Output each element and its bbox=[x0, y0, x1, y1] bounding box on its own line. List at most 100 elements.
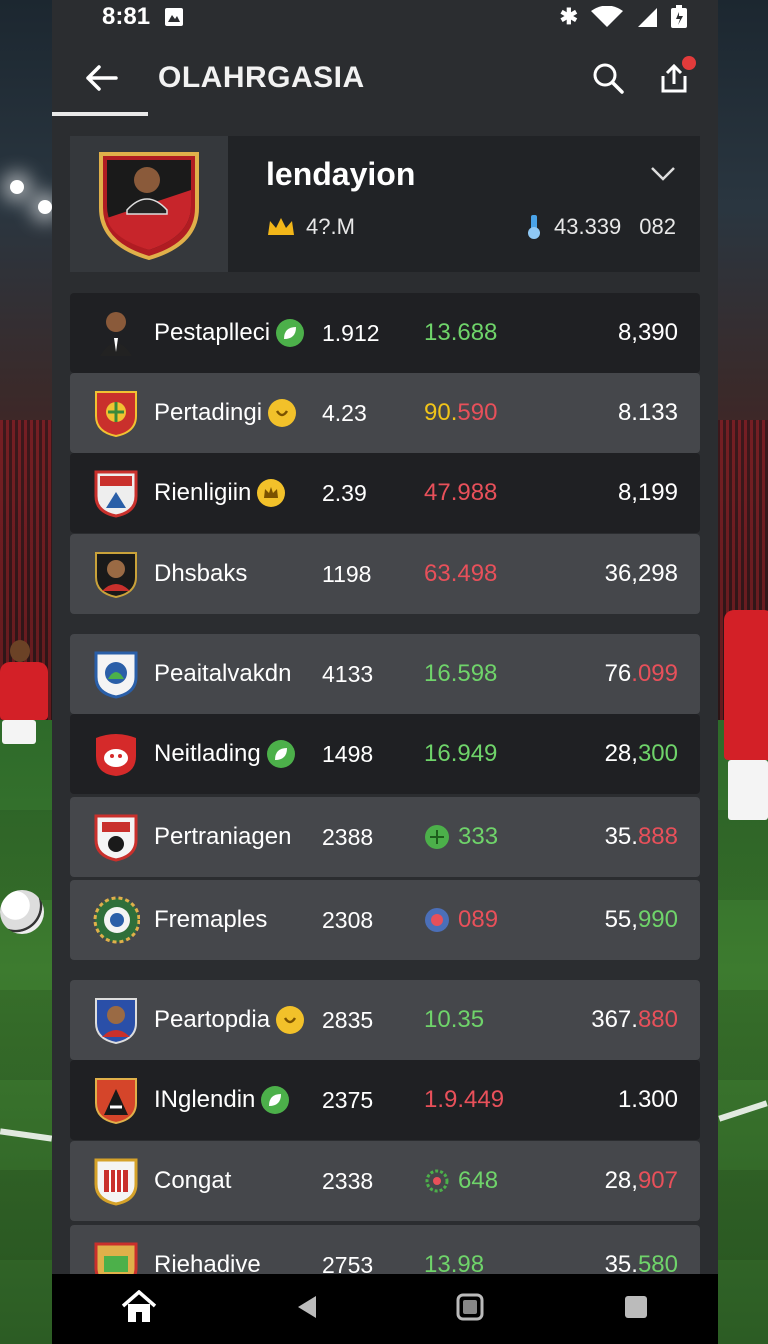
crown-icon bbox=[268, 218, 294, 235]
cell-c1: 4133 bbox=[322, 660, 374, 687]
table-row[interactable]: Congat 2338 648 28,907 bbox=[70, 1141, 700, 1221]
profile-card[interactable]: lendayion 4?.M 43.339 082 bbox=[70, 136, 700, 272]
team-name: Rienligiin bbox=[154, 479, 252, 506]
team-name: Peaitalvakdn bbox=[154, 660, 292, 687]
leaf-badge-icon bbox=[276, 319, 305, 347]
status-bar: 8:81 ✱ bbox=[52, 0, 718, 34]
cell-c1: 1198 bbox=[322, 560, 372, 587]
player-right bbox=[718, 570, 768, 950]
cell-c1: 4.23 bbox=[322, 399, 367, 426]
chevron-down-icon[interactable] bbox=[650, 166, 676, 182]
page-title: OLAHRGASIA bbox=[158, 61, 365, 94]
cell-c3: 8,199 bbox=[617, 479, 678, 506]
bluetooth-icon: ✱ bbox=[559, 4, 578, 29]
search-button[interactable] bbox=[590, 60, 626, 96]
table-row[interactable]: Rienligiin 2.39 47.988 8,199 bbox=[70, 453, 700, 533]
table-row[interactable]: Dhsbaks 1198 63.498 36,298 bbox=[70, 534, 700, 614]
player-avatar-icon bbox=[92, 307, 140, 359]
battery-icon bbox=[671, 5, 687, 28]
cell-c2: 16.598 bbox=[424, 660, 498, 687]
cell-c2: 16.949 bbox=[424, 740, 498, 767]
notification-dot bbox=[682, 56, 696, 70]
back-button[interactable] bbox=[52, 40, 152, 116]
arrow-left-icon bbox=[86, 65, 118, 91]
back-triangle-icon bbox=[297, 1295, 316, 1318]
globe-icon bbox=[425, 908, 449, 932]
leaf-badge-icon bbox=[261, 1086, 290, 1114]
club-crest-icon bbox=[92, 387, 140, 439]
club-crest-icon bbox=[92, 648, 140, 700]
cell-c2: 90.590 bbox=[424, 399, 498, 426]
navigation-bar bbox=[52, 1274, 718, 1344]
smiley-badge-icon bbox=[268, 399, 297, 427]
cell-c1: 1498 bbox=[322, 740, 374, 767]
home-icon bbox=[122, 1289, 157, 1322]
cell-c1: 2388 bbox=[322, 823, 374, 850]
profile-stat-left: 4?.M bbox=[306, 214, 355, 239]
club-crest-icon bbox=[92, 467, 140, 519]
signal-icon bbox=[638, 8, 657, 27]
smiley-badge-icon bbox=[276, 1006, 305, 1034]
system-recents-button[interactable] bbox=[623, 1294, 649, 1325]
cell-c2: 10.35 bbox=[424, 1006, 485, 1033]
table-row[interactable]: Neitlading 1498 16.949 28,300 bbox=[70, 714, 700, 794]
cell-c1: 2375 bbox=[322, 1086, 374, 1113]
cell-c3: 367.880 bbox=[591, 1006, 678, 1033]
team-name: Dhsbaks bbox=[154, 560, 248, 587]
table-row[interactable]: Pertadingi 4.23 90.590 8.133 bbox=[70, 373, 700, 453]
cell-c3: 36,298 bbox=[604, 560, 678, 587]
status-time: 8:81 bbox=[102, 3, 151, 30]
profile-stat-right-b: 082 bbox=[639, 214, 676, 239]
trophy-icon bbox=[527, 215, 540, 239]
profile-stat-right-a: 43.339 bbox=[553, 214, 622, 239]
table-row[interactable]: INglendin 2375 1.9.449 1.300 bbox=[70, 1060, 700, 1140]
club-crest-icon bbox=[92, 894, 140, 946]
cell-c3: 8,390 bbox=[617, 319, 678, 346]
cell-c2: 333 bbox=[424, 823, 498, 851]
club-crest-icon bbox=[92, 1074, 140, 1126]
table-row[interactable]: Peaitalvakdn 4133 16.598 76.099 bbox=[70, 634, 700, 714]
football bbox=[0, 890, 44, 934]
profile-name: lendayion bbox=[266, 156, 416, 192]
cell-c2: 47.988 bbox=[424, 479, 498, 506]
cell-c3: 28,300 bbox=[604, 740, 678, 767]
crown-badge-icon bbox=[257, 479, 286, 507]
cell-c2: 63.498 bbox=[424, 560, 498, 587]
cell-c1: 2308 bbox=[322, 906, 374, 933]
team-name: Fremaples bbox=[154, 906, 268, 933]
table-row[interactable]: Pestaplleci 1.912 13.688 8,390 bbox=[70, 293, 700, 373]
gear-icon bbox=[425, 1169, 449, 1193]
cell-c2: 1.9.449 bbox=[424, 1086, 505, 1113]
cell-c3: 35.888 bbox=[604, 823, 678, 850]
wifi-icon bbox=[591, 6, 623, 27]
home-square-icon bbox=[456, 1293, 484, 1320]
ball-icon bbox=[425, 825, 449, 849]
system-home-button[interactable] bbox=[456, 1293, 484, 1326]
table-row[interactable]: Peartopdia 2835 10.35 367.880 bbox=[70, 980, 700, 1060]
team-name: Neitlading bbox=[154, 740, 261, 767]
table-row[interactable]: Fremaples 2308 089 55,990 bbox=[70, 880, 700, 960]
team-name: Pertadingi bbox=[154, 399, 263, 426]
team-name: Congat bbox=[154, 1167, 232, 1194]
profile-crest bbox=[70, 136, 228, 272]
team-name: INglendin bbox=[154, 1086, 256, 1113]
club-crest-icon bbox=[92, 811, 140, 863]
team-name: Pertraniagen bbox=[154, 823, 292, 850]
app-bar: OLAHRGASIA bbox=[52, 40, 718, 116]
recents-icon bbox=[624, 1295, 647, 1318]
system-back-button[interactable] bbox=[296, 1294, 318, 1325]
photo-notification-icon bbox=[165, 8, 184, 26]
player-left bbox=[0, 640, 52, 810]
home-nav-button[interactable] bbox=[121, 1289, 157, 1329]
cell-c2: 13.688 bbox=[424, 319, 498, 346]
cell-c3: 28,907 bbox=[604, 1167, 678, 1194]
cell-c1: 2338 bbox=[322, 1167, 374, 1194]
table-row[interactable]: Pertraniagen 2388 333 35.888 bbox=[70, 797, 700, 877]
leaf-badge-icon bbox=[266, 740, 295, 768]
cell-c1: 2835 bbox=[322, 1006, 374, 1033]
cell-c3: 1.300 bbox=[617, 1086, 678, 1113]
share-button[interactable] bbox=[656, 56, 696, 96]
team-name: Pestaplleci bbox=[154, 319, 271, 346]
cell-c3: 8.133 bbox=[617, 399, 678, 426]
team-name: Peartopdia bbox=[154, 1006, 271, 1033]
